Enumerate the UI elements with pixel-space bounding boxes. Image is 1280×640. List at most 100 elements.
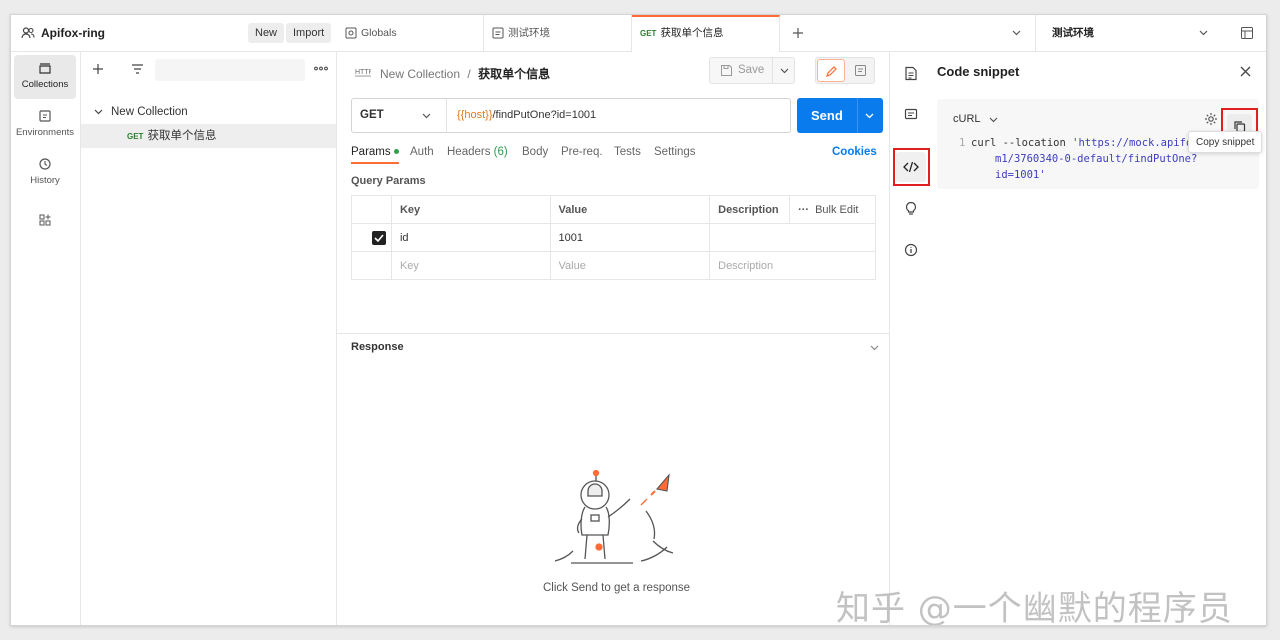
code-command: curl --location <box>971 137 1073 149</box>
request-response-divider[interactable] <box>337 333 889 334</box>
code-line-1: curl --location 'https://mock.apifo <box>971 137 1221 149</box>
new-key-input[interactable]: Key <box>390 251 551 280</box>
copy-snippet-tooltip: Copy snippet <box>1188 131 1263 153</box>
tab-environment[interactable]: 测试环境 <box>484 15 632 52</box>
param-key[interactable]: id <box>390 223 551 252</box>
collection-tree: New Collection GET 获取单个信息 <box>81 52 337 625</box>
add-tab-icon[interactable] <box>792 27 804 39</box>
code-snippet-toggle[interactable] <box>896 152 926 182</box>
param-checkbox[interactable] <box>372 230 386 245</box>
bulk-edit-cell[interactable]: ··· Bulk Edit <box>789 195 876 224</box>
tab-environment-label: 测试环境 <box>508 27 550 39</box>
tab-settings[interactable]: Settings <box>654 146 696 158</box>
collections-icon <box>39 63 51 74</box>
nav-collections[interactable]: Collections <box>14 55 76 99</box>
params-header-row: Key Value Description ··· Bulk Edit <box>351 195 876 224</box>
check-icon <box>374 233 384 242</box>
code-url-part-1: 'https://mock.apifo <box>1072 137 1193 149</box>
query-params-title: Query Params <box>351 175 426 187</box>
request-method-tag: GET <box>127 132 144 141</box>
environments-icon <box>39 110 51 122</box>
save-button[interactable]: Save <box>710 58 772 83</box>
settings-icon[interactable] <box>1204 112 1218 126</box>
tree-search-input[interactable] <box>155 59 305 81</box>
chevron-down-icon <box>94 109 103 115</box>
header-description: Description <box>709 195 790 224</box>
tab-body[interactable]: Body <box>522 146 548 158</box>
tab-auth[interactable]: Auth <box>410 146 434 158</box>
url-host-variable: {{host}} <box>457 109 493 121</box>
code-url-part-3: id=1001' <box>995 169 1046 181</box>
url-bar: GET {{host}}/findPutOne?id=1001 <box>351 98 791 133</box>
breadcrumb: New Collection / 获取单个信息 <box>380 65 550 82</box>
nav-history[interactable]: History <box>14 151 76 195</box>
info-icon[interactable] <box>904 243 918 257</box>
add-icon[interactable] <box>92 63 104 75</box>
new-value-input[interactable]: Value <box>549 251 711 280</box>
param-checkbox-cell <box>351 223 392 252</box>
save-icon <box>721 65 732 76</box>
comments-icon[interactable] <box>904 108 918 122</box>
new-description-input[interactable]: Description <box>709 251 876 280</box>
nav-environments[interactable]: Environments <box>14 103 76 147</box>
table-row: Key Value Description <box>351 251 876 280</box>
method-select[interactable]: GET <box>360 109 384 121</box>
lightbulb-icon[interactable] <box>904 201 918 216</box>
nav-apps[interactable] <box>14 207 76 237</box>
import-button[interactable]: Import <box>286 23 332 43</box>
breadcrumb-separator: / <box>467 67 471 81</box>
environment-quick-look-icon[interactable] <box>1240 26 1254 40</box>
language-select[interactable]: cURL <box>953 113 981 125</box>
tab-bar: Globals 测试环境 GET 获取单个信息 测试环境 <box>337 15 1266 52</box>
svg-text:HTTP: HTTP <box>355 69 371 76</box>
param-value[interactable]: 1001 <box>549 223 711 252</box>
collection-row[interactable]: New Collection <box>81 100 336 124</box>
params-table: Key Value Description ··· Bulk Edit id 10… <box>351 195 876 280</box>
param-description[interactable] <box>709 223 876 252</box>
edit-mode-button[interactable] <box>817 59 845 82</box>
view-toggle <box>815 57 875 84</box>
tab-headers[interactable]: Headers (6) <box>447 146 508 158</box>
tab-pre-request[interactable]: Pre-req. <box>561 146 603 158</box>
send-button[interactable]: Send <box>811 108 843 123</box>
tab-tests[interactable]: Tests <box>614 146 641 158</box>
save-dropdown[interactable] <box>772 58 794 83</box>
collapse-response-icon[interactable] <box>870 345 879 351</box>
tab-globals-label: Globals <box>361 27 397 39</box>
icon-sidebar: Collections Environments History <box>11 52 81 625</box>
history-icon <box>39 158 51 170</box>
tab-headers-label: Headers <box>447 146 491 158</box>
breadcrumb-parent[interactable]: New Collection <box>380 67 460 81</box>
tab-request[interactable]: GET 获取单个信息 <box>632 15 780 52</box>
tab-request-label: 获取单个信息 <box>660 27 724 39</box>
chevron-down-icon <box>1199 30 1208 36</box>
watermark: 知乎 @一个幽默的程序员 <box>836 589 1233 626</box>
request-name: 获取单个信息 <box>147 130 217 142</box>
close-icon[interactable] <box>1240 66 1251 77</box>
request-row[interactable]: GET 获取单个信息 <box>81 124 336 148</box>
url-divider <box>446 99 447 132</box>
new-button[interactable]: New <box>248 23 285 43</box>
chevron-down-icon[interactable] <box>422 113 431 119</box>
cookies-link[interactable]: Cookies <box>832 146 877 158</box>
workspace-name: Apifox-ring <box>41 26 105 40</box>
chevron-down-icon[interactable] <box>989 117 998 123</box>
headers-count: (6) <box>493 146 508 158</box>
url-input[interactable]: {{host}}/findPutOne?id=1001 <box>457 109 596 121</box>
document-icon <box>855 65 866 76</box>
environment-selector[interactable]: 测试环境 <box>1035 15 1222 52</box>
chevron-down-icon[interactable] <box>865 113 874 119</box>
response-title: Response <box>351 341 404 353</box>
response-hint: Click Send to get a response <box>543 582 691 594</box>
filter-icon[interactable] <box>131 63 144 75</box>
more-icon[interactable] <box>314 66 328 71</box>
line-number: 1 <box>959 137 966 149</box>
tab-params[interactable]: Params <box>351 146 399 164</box>
doc-mode-button[interactable] <box>847 59 874 82</box>
tab-globals[interactable]: Globals <box>337 15 484 52</box>
workspace-users-icon <box>21 27 35 39</box>
documentation-icon[interactable] <box>904 66 918 81</box>
tabs-dropdown-icon[interactable] <box>1012 30 1021 36</box>
breadcrumb-current: 获取单个信息 <box>478 67 551 81</box>
header-value: Value <box>549 195 711 224</box>
